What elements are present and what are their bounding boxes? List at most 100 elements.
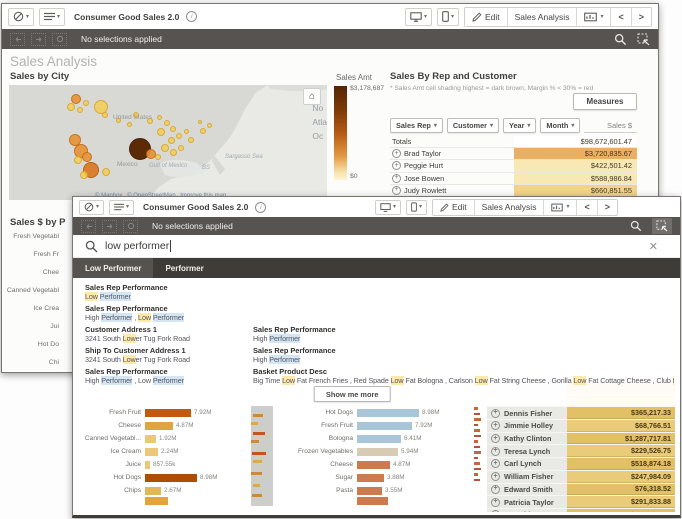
sales-column-header[interactable]: Sales $ bbox=[584, 118, 637, 133]
device-desktop-button[interactable]: ▾ bbox=[405, 8, 432, 26]
expand-plus-icon[interactable]: + bbox=[491, 421, 500, 430]
edit-button[interactable]: Edit bbox=[465, 8, 508, 26]
bar-row[interactable]: Frozen Vegetables5.94M bbox=[283, 445, 471, 458]
table-row[interactable]: +Carl Lynch$518,874.18 bbox=[487, 458, 675, 471]
table-row[interactable]: +Dennis Fisher$365,217.33 bbox=[487, 407, 675, 420]
bar-row[interactable]: Cheese4.87M bbox=[77, 419, 249, 432]
map-bubble[interactable] bbox=[178, 145, 184, 151]
search-result-row[interactable]: Customer Address 13241 South Lower Tug F… bbox=[85, 325, 680, 344]
map-bubble[interactable] bbox=[155, 154, 161, 160]
map-bubble[interactable] bbox=[170, 149, 177, 156]
expand-plus-icon[interactable]: + bbox=[491, 510, 500, 512]
search-result-row[interactable]: Sales Rep PerformanceHigh Performer , Lo… bbox=[85, 304, 680, 323]
clear-selections-icon[interactable] bbox=[123, 220, 138, 233]
expand-plus-icon[interactable]: + bbox=[491, 498, 500, 507]
bar-row[interactable]: Juice857.55k bbox=[77, 458, 249, 471]
show-more-button[interactable]: Show me more bbox=[314, 386, 391, 402]
map-bubble[interactable] bbox=[164, 120, 170, 126]
expand-plus-icon[interactable]: + bbox=[491, 472, 500, 481]
info-icon[interactable]: i bbox=[186, 11, 197, 22]
search-result-row[interactable]: Ship To Customer Address 13241 South Low… bbox=[85, 346, 680, 365]
table-row[interactable]: +Jose Bowen$588,986.84 bbox=[390, 173, 637, 185]
selections-tool-icon[interactable] bbox=[637, 33, 650, 46]
measures-button[interactable]: Measures bbox=[573, 93, 637, 110]
map-bubble[interactable] bbox=[168, 137, 175, 144]
table-row[interactable]: +Teresa Lynch$229,526.75 bbox=[487, 445, 675, 458]
map-home-icon[interactable]: ⌂ bbox=[303, 88, 321, 105]
map-bubble[interactable] bbox=[80, 171, 88, 179]
global-menu-button[interactable]: ▾ bbox=[8, 8, 34, 26]
edit-button[interactable]: Edit bbox=[433, 200, 475, 215]
bar-row[interactable]: Chips2.67M bbox=[77, 484, 249, 497]
smart-search-icon[interactable] bbox=[614, 33, 627, 46]
bar-row[interactable]: Canned Vegetabl...1.92M bbox=[77, 432, 249, 445]
bar-row[interactable]: Bologna6.41M bbox=[283, 432, 471, 445]
map-bubble[interactable] bbox=[198, 120, 202, 124]
map-bubble[interactable] bbox=[74, 156, 82, 164]
table-row[interactable]: +Jimmie Holley$68,766.51 bbox=[487, 420, 675, 433]
storytelling-button[interactable]: ▾ bbox=[544, 200, 577, 215]
map-bubble[interactable] bbox=[83, 100, 89, 106]
map-bubble[interactable] bbox=[170, 126, 176, 132]
selections-tool-icon[interactable] bbox=[652, 218, 672, 234]
map-bubble[interactable] bbox=[127, 122, 132, 127]
map-bubble[interactable] bbox=[176, 133, 182, 139]
selections-back-icon[interactable] bbox=[81, 220, 96, 233]
expand-plus-icon[interactable]: + bbox=[491, 447, 500, 456]
map-bubble[interactable] bbox=[157, 128, 165, 136]
dimension-filter-customer[interactable]: Customer▾ bbox=[447, 118, 499, 133]
table-row[interactable]: +William Fisher$247,984.09 bbox=[487, 471, 675, 484]
map-bubble[interactable] bbox=[102, 168, 110, 176]
device-mobile-button[interactable]: ▾ bbox=[437, 8, 459, 26]
map-bubble[interactable] bbox=[67, 103, 75, 111]
expand-plus-icon[interactable]: + bbox=[491, 409, 500, 418]
expand-plus-icon[interactable]: + bbox=[392, 186, 401, 195]
bar-row[interactable]: Hot Dogs8.98M bbox=[77, 471, 249, 484]
selections-forward-icon[interactable] bbox=[102, 220, 117, 233]
expand-plus-icon[interactable]: + bbox=[392, 149, 401, 158]
map-bubble[interactable] bbox=[77, 107, 83, 113]
expand-plus-icon[interactable]: + bbox=[491, 434, 500, 443]
search-result-row[interactable]: Sales Rep PerformanceHigh Performer , Lo… bbox=[85, 367, 680, 386]
search-tab-low-performer[interactable]: Low Performer bbox=[73, 258, 153, 278]
app-options-button[interactable]: ▾ bbox=[109, 200, 134, 215]
map-bubble[interactable] bbox=[188, 137, 194, 143]
table-row[interactable]: +Brad Taylor$3,720,835.67 bbox=[390, 148, 637, 160]
search-tab-performer[interactable]: Performer bbox=[153, 258, 215, 278]
expand-plus-icon[interactable]: + bbox=[392, 174, 401, 183]
smart-search-icon[interactable] bbox=[630, 220, 642, 232]
prev-sheet-button[interactable]: < bbox=[577, 200, 597, 215]
device-desktop-button[interactable]: ▾ bbox=[375, 200, 401, 215]
sheet-selector[interactable]: Sales Analysis bbox=[475, 200, 545, 215]
search-result-row[interactable]: Sales Rep PerformanceLow Performer bbox=[85, 283, 680, 302]
table-row[interactable]: +Edward Smith$76,318.52 bbox=[487, 484, 675, 497]
clear-selections-icon[interactable] bbox=[52, 33, 67, 46]
table-row[interactable]: +Patricia Taylor$291,833.88 bbox=[487, 496, 675, 509]
bar-row[interactable]: Sugar3.88M bbox=[283, 471, 471, 484]
dimension-filter-month[interactable]: Month▾ bbox=[540, 118, 580, 133]
map-bubble[interactable] bbox=[207, 123, 212, 128]
bar-row[interactable]: Pasta3.55M bbox=[283, 484, 471, 497]
smart-search-input[interactable]: low performer ✕ bbox=[73, 235, 680, 258]
map-bubble[interactable] bbox=[184, 129, 189, 134]
close-search-icon[interactable]: ✕ bbox=[649, 240, 658, 253]
map-bubble[interactable] bbox=[82, 152, 92, 162]
selections-back-icon[interactable] bbox=[10, 33, 25, 46]
bar-row[interactable]: Ice Cream2.24M bbox=[77, 445, 249, 458]
global-menu-button[interactable]: ▾ bbox=[79, 200, 104, 215]
prev-sheet-button[interactable]: < bbox=[611, 8, 631, 26]
dimension-filter-year[interactable]: Year▾ bbox=[503, 118, 536, 133]
map-bubble[interactable] bbox=[200, 128, 206, 134]
next-sheet-button[interactable]: > bbox=[598, 200, 617, 215]
table-row[interactable]: +Lee Chin$284,076.20 bbox=[487, 509, 675, 512]
expand-plus-icon[interactable]: + bbox=[491, 459, 500, 468]
map-bubble[interactable] bbox=[161, 144, 169, 152]
table-row[interactable]: +Peggie Hurt$422,501.42 bbox=[390, 160, 637, 172]
bar-row[interactable]: Fresh Fruit7.92M bbox=[283, 419, 471, 432]
table-row[interactable]: Totals$98,672,601.47 bbox=[390, 136, 637, 148]
bar-row[interactable]: Hot Dogs8.98M bbox=[283, 406, 471, 419]
expand-plus-icon[interactable]: + bbox=[392, 161, 401, 170]
map-bubble[interactable] bbox=[157, 115, 162, 120]
bar-row[interactable]: Cheese4.87M bbox=[283, 458, 471, 471]
map-bubble[interactable] bbox=[102, 112, 108, 118]
